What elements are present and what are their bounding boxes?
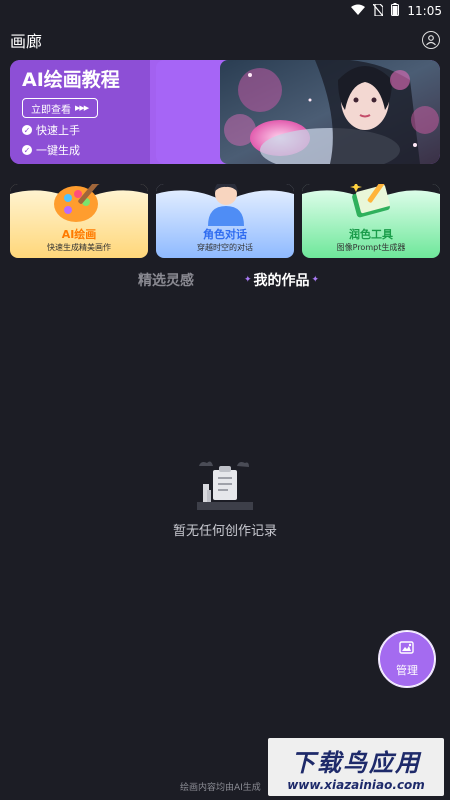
- tab-my-works-label: 我的作品: [253, 273, 310, 289]
- watermark-url: www.xiazainiao.com: [287, 777, 425, 792]
- wifi-icon: [351, 4, 366, 18]
- empty-document-icon: [193, 456, 257, 516]
- polish-tool-title: 润色工具: [349, 228, 393, 241]
- ai-painting-card[interactable]: AI绘画 快速生成精美画作: [10, 184, 148, 258]
- feature-row: AI绘画 快速生成精美画作 角色对话 穿越时空的对话 润色工具 图像Prompt…: [10, 180, 440, 258]
- banner-cta-label: 立即查看: [31, 104, 71, 116]
- arrows-icon: ▶▶▶: [75, 104, 89, 112]
- ai-disclaimer: 绘画内容均由AI生成: [180, 783, 261, 793]
- image-edit-icon: [399, 640, 415, 659]
- status-time: 11:05: [407, 4, 442, 18]
- check-icon: ✓: [22, 125, 32, 135]
- site-watermark: 下载鸟应用 www.xiazainiao.com: [268, 738, 444, 796]
- page-title: 画廊: [10, 32, 43, 51]
- banner-point-label: 一键生成: [36, 144, 80, 157]
- empty-state-text: 暂无任何创作记录: [172, 524, 277, 539]
- empty-state: 暂无任何创作记录: [0, 456, 450, 546]
- role-chat-subtitle: 穿越时空的对话: [197, 243, 253, 252]
- book-icon: [344, 184, 400, 230]
- role-chat-title: 角色对话: [203, 228, 247, 241]
- banner-point-label: 快速上手: [36, 124, 80, 137]
- gallery-tabs: 精选灵感 ✦ 我的作品 ✦: [0, 270, 450, 294]
- no-sim-icon: [372, 2, 385, 19]
- user-circle-icon[interactable]: [422, 31, 440, 49]
- battery-icon: [391, 3, 400, 19]
- manage-button-label: 管理: [396, 664, 418, 677]
- role-chat-card[interactable]: 角色对话 穿越时空的对话: [156, 184, 294, 258]
- watermark-main: 下载鸟应用: [291, 748, 421, 777]
- tutorial-banner[interactable]: AI绘画教程 立即查看 ▶▶▶ ✓ 快速上手 ✓ 一键生成: [10, 60, 440, 164]
- check-icon: ✓: [22, 145, 32, 155]
- banner-point: ✓ 一键生成: [22, 142, 138, 158]
- banner-artwork: [220, 60, 440, 164]
- avatar-icon: [198, 184, 254, 230]
- banner-content: AI绘画教程 立即查看 ▶▶▶ ✓ 快速上手 ✓ 一键生成: [10, 60, 150, 164]
- sparkle-icon: ✦: [311, 275, 320, 285]
- sparkle-icon: ✦: [244, 275, 252, 285]
- tab-my-works[interactable]: ✦ 我的作品 ✦: [244, 270, 319, 290]
- app-bar: 画廊: [0, 24, 450, 56]
- ai-painting-title: AI绘画: [61, 228, 97, 241]
- manage-button[interactable]: 管理: [378, 630, 436, 688]
- polish-tool-card[interactable]: 润色工具 图像Prompt生成器: [302, 184, 440, 258]
- tab-inspiration[interactable]: 精选灵感: [138, 270, 194, 290]
- banner-title: AI绘画教程: [22, 69, 120, 91]
- banner-cta-button[interactable]: 立即查看 ▶▶▶: [22, 98, 98, 118]
- palette-icon: [52, 184, 108, 230]
- polish-tool-subtitle: 图像Prompt生成器: [336, 243, 406, 252]
- status-bar: 11:05: [0, 0, 450, 22]
- ai-painting-subtitle: 快速生成精美画作: [47, 243, 111, 252]
- banner-point: ✓ 快速上手: [22, 122, 138, 138]
